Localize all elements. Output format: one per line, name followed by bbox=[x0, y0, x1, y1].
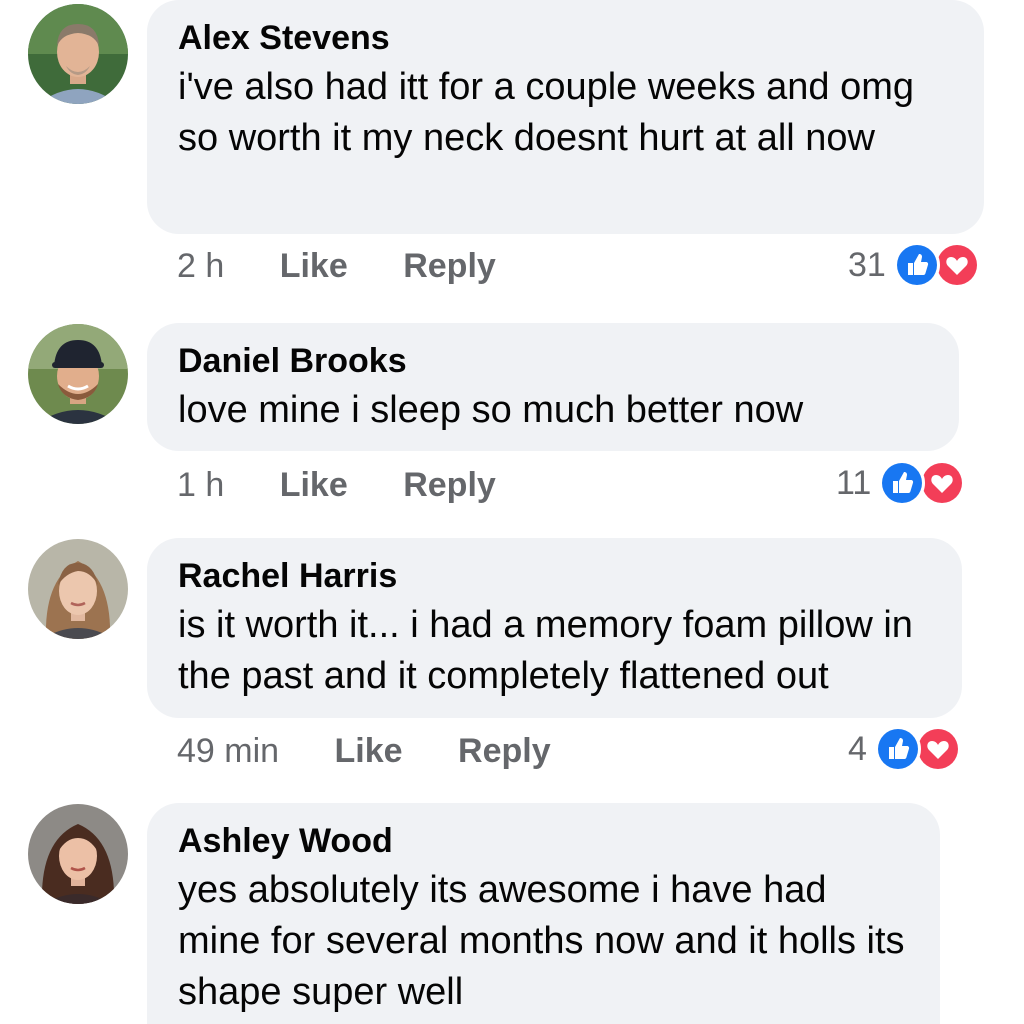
comment-text: love mine i sleep so much better now bbox=[178, 389, 804, 431]
love-icon bbox=[919, 460, 966, 506]
comment-author[interactable]: Rachel Harris bbox=[178, 556, 932, 596]
comment-author[interactable]: Alex Stevens bbox=[178, 18, 954, 58]
comment-bubble: Alex Stevens i've also had itt for a cou… bbox=[147, 0, 984, 234]
reaction-summary[interactable]: 31 bbox=[848, 242, 984, 288]
love-icon bbox=[933, 242, 980, 288]
comment-actions: 49 min Like Reply bbox=[177, 731, 597, 771]
comment-bubble: Ashley Wood yes absolutely its awesome i… bbox=[147, 803, 940, 1024]
comment-text: is it worth it... i had a memory foam pi… bbox=[178, 604, 913, 697]
avatar[interactable] bbox=[28, 804, 128, 904]
like-icon bbox=[874, 726, 921, 772]
avatar[interactable] bbox=[28, 4, 128, 104]
comment-author[interactable]: Ashley Wood bbox=[178, 821, 910, 861]
comment-timestamp[interactable]: 2 h bbox=[177, 246, 224, 286]
reaction-count: 31 bbox=[848, 246, 886, 284]
reply-button[interactable]: Reply bbox=[403, 465, 496, 505]
like-icon bbox=[893, 242, 940, 288]
like-button[interactable]: Like bbox=[280, 465, 348, 505]
avatar[interactable] bbox=[28, 324, 128, 424]
avatar-image bbox=[28, 804, 128, 904]
reaction-summary[interactable]: 4 bbox=[848, 726, 965, 772]
comment-text: yes absolutely its awesome i have had mi… bbox=[178, 869, 905, 1013]
reaction-summary[interactable]: 11 bbox=[836, 460, 969, 506]
reaction-count: 4 bbox=[848, 730, 867, 768]
like-icon bbox=[879, 460, 926, 506]
comment-timestamp[interactable]: 1 h bbox=[177, 465, 224, 505]
love-icon bbox=[914, 726, 961, 772]
comment-bubble: Daniel Brooks love mine i sleep so much … bbox=[147, 323, 959, 451]
like-button[interactable]: Like bbox=[280, 246, 348, 286]
avatar[interactable] bbox=[28, 539, 128, 639]
comment-actions: 2 h Like Reply bbox=[177, 246, 542, 286]
reply-button[interactable]: Reply bbox=[458, 731, 551, 771]
comment-bubble: Rachel Harris is it worth it... i had a … bbox=[147, 538, 962, 718]
comment-timestamp[interactable]: 49 min bbox=[177, 731, 279, 771]
comment-text: i've also had itt for a couple weeks and… bbox=[178, 66, 915, 159]
avatar-image bbox=[28, 324, 128, 424]
comment-author[interactable]: Daniel Brooks bbox=[178, 341, 929, 381]
reply-button[interactable]: Reply bbox=[403, 246, 496, 286]
like-button[interactable]: Like bbox=[335, 731, 403, 771]
avatar-image bbox=[28, 539, 128, 639]
avatar-image bbox=[28, 4, 128, 104]
reaction-count: 11 bbox=[836, 464, 872, 502]
comment-actions: 1 h Like Reply bbox=[177, 465, 542, 505]
